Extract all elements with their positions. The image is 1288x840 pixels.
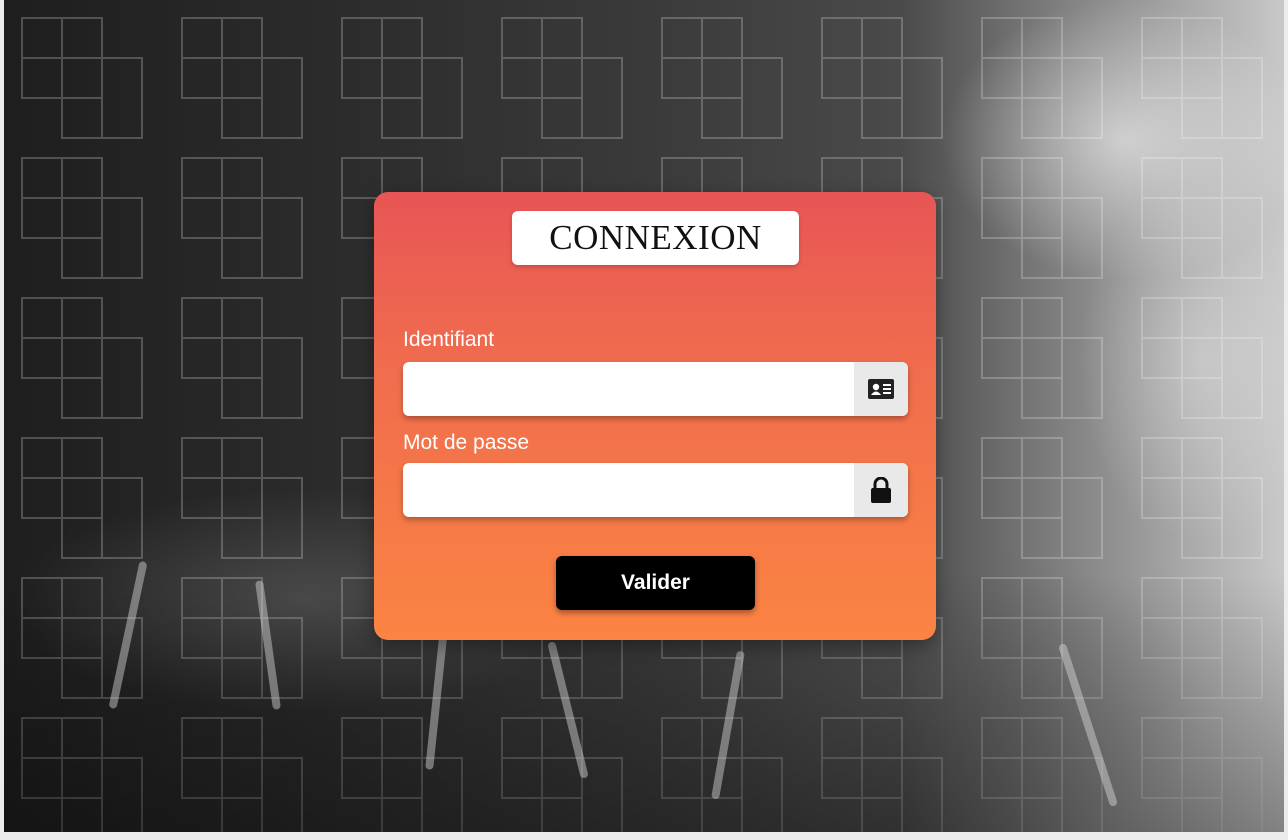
username-field (403, 362, 908, 416)
username-addon (854, 362, 908, 416)
login-title: CONNEXION (549, 218, 762, 257)
id-card-icon (868, 379, 894, 399)
submit-button[interactable]: Valider (556, 556, 755, 610)
password-label: Mot de passe (403, 431, 530, 454)
password-addon (854, 463, 908, 517)
login-title-box: CONNEXION (512, 211, 799, 265)
password-input[interactable] (403, 463, 852, 517)
username-input[interactable] (403, 362, 852, 416)
lock-icon (871, 477, 891, 503)
username-label: Identifiant (403, 328, 495, 351)
password-field (403, 463, 908, 517)
login-card: CONNEXION Identifiant Mot de passe Valid… (374, 192, 936, 640)
